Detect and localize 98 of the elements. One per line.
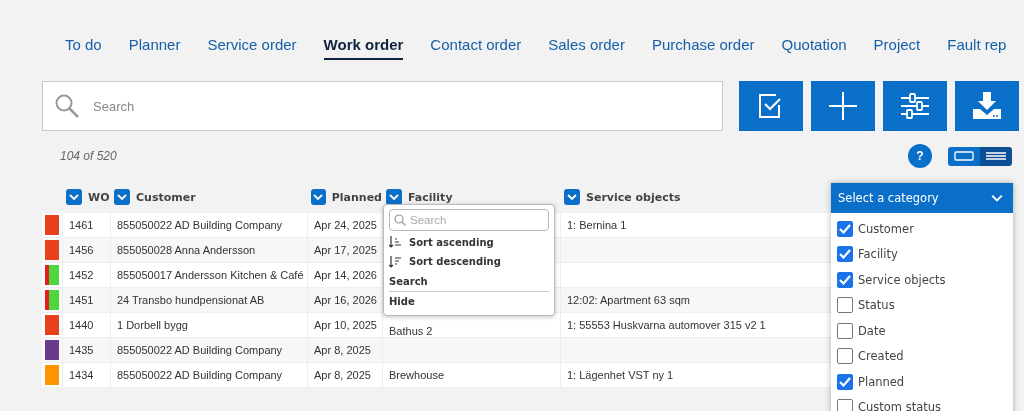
table-cell: 855050022 AD Building Company — [117, 369, 283, 381]
checkmark-icon — [839, 376, 851, 387]
category-dropdown[interactable]: Select a category — [831, 183, 1013, 213]
table-cell: 1 Dorbell bygg — [117, 319, 188, 331]
table-cell: Brewhouse — [389, 369, 445, 381]
table-cell: 24 Transbo hundpensionat AB — [117, 294, 265, 306]
nav-tab[interactable]: Contact order — [430, 36, 522, 60]
table-cell: 1: Lägenhet VST ny 1 — [567, 369, 674, 381]
category-label: Planned — [858, 374, 905, 389]
chevron-down-icon — [117, 194, 127, 200]
column-menu-button[interactable] — [311, 189, 326, 205]
chevron-down-icon — [313, 194, 324, 200]
category-label: Facility — [858, 247, 898, 262]
checkbox[interactable] — [837, 297, 853, 314]
chevron-down-icon — [991, 194, 1003, 202]
category-label: Date — [858, 323, 886, 338]
table-cell: 1452 — [69, 269, 94, 281]
checkbox[interactable] — [837, 246, 853, 263]
filter-button[interactable] — [883, 81, 947, 131]
column-header: Planned — [331, 190, 382, 204]
column-header: Facility — [408, 190, 453, 204]
table-cell: 1456 — [69, 244, 94, 256]
search-icon — [55, 94, 79, 118]
table-cell: 1: Bernina 1 — [567, 219, 627, 231]
sliders-icon — [901, 93, 929, 119]
menu-item[interactable]: Sort descending — [409, 256, 501, 268]
chevron-down-icon — [69, 194, 79, 200]
column-menu-button[interactable] — [66, 189, 82, 205]
column-header: Customer — [136, 190, 196, 204]
table-cell: 1461 — [69, 219, 94, 231]
sort-ascending-icon — [389, 236, 401, 249]
checkbox[interactable] — [837, 399, 853, 411]
table-cell: 855050017 Andersson Kitchen & Café — [117, 269, 304, 281]
table-cell: 1440 — [69, 319, 94, 331]
column-menu-button[interactable] — [114, 189, 130, 205]
result-count: 104 of 520 — [60, 149, 118, 163]
category-label: Custom status — [858, 400, 942, 411]
chevron-down-icon — [389, 194, 399, 200]
nav-tab[interactable]: Planner — [128, 36, 181, 60]
category-label: Service objects — [858, 272, 946, 287]
checkmark-icon — [839, 249, 851, 260]
card-view-button[interactable] — [948, 146, 980, 166]
nav-tab[interactable]: Project — [873, 36, 921, 60]
table-cell: Apr 10, 2025 — [314, 319, 377, 331]
table-cell: Apr 17, 2025 — [314, 244, 377, 256]
help-button[interactable]: ? — [908, 144, 932, 168]
nav-tab[interactable]: Service order — [207, 36, 297, 60]
category-label: Customer — [858, 221, 914, 236]
checkbox[interactable] — [837, 373, 853, 390]
table-cell: 1: 55553 Huskvarna automover 315 v2 1 — [567, 319, 766, 331]
checkmark-icon — [839, 223, 851, 234]
table-cell: 855050022 AD Building Company — [117, 344, 283, 356]
column-menu-button[interactable] — [386, 189, 402, 205]
nav-tab[interactable]: Work order — [323, 36, 404, 60]
chevron-down-icon — [567, 194, 577, 200]
checkbox[interactable] — [837, 220, 853, 237]
table-cell: Apr 24, 2025 — [314, 219, 377, 231]
column-header: Service objects — [586, 190, 681, 204]
table-cell: Bathus 2 — [389, 325, 433, 337]
table-cell: Apr 8, 2025 — [314, 344, 371, 356]
table-cell: 1451 — [69, 294, 94, 306]
table-cell: 12:02: Apartment 63 sqm — [567, 294, 690, 306]
table-cell: Apr 14, 2026 — [314, 269, 377, 281]
column-menu-button[interactable] — [564, 189, 580, 205]
checkbox[interactable] — [837, 271, 853, 288]
menu-search-field[interactable]: Search — [389, 209, 549, 231]
add-button[interactable] — [811, 81, 875, 131]
checkmark-icon — [839, 274, 851, 285]
column-header: WO — [88, 190, 110, 204]
menu-item[interactable]: Search — [389, 276, 428, 288]
nav-tab[interactable]: Sales order — [548, 36, 625, 60]
checkbox[interactable] — [837, 322, 853, 339]
checkbox[interactable] — [837, 348, 853, 365]
nav-tab[interactable]: Fault rep — [947, 36, 1007, 60]
category-label: Status — [858, 298, 895, 313]
checkbox-icon — [758, 93, 784, 119]
rectangle-icon — [954, 151, 974, 161]
search-icon — [394, 213, 406, 226]
lines-icon — [986, 152, 1006, 160]
list-view-button[interactable] — [980, 146, 1012, 166]
table-cell: Apr 8, 2025 — [314, 369, 371, 381]
sort-descending-icon — [389, 255, 401, 268]
table-cell: Apr 16, 2026 — [314, 294, 377, 306]
category-label: Created — [858, 349, 904, 364]
download-icon — [973, 92, 1001, 120]
table-cell: 1435 — [69, 344, 94, 356]
check-button[interactable] — [739, 81, 803, 131]
nav-tab[interactable]: To do — [65, 36, 102, 60]
search-field[interactable]: Search — [42, 81, 723, 131]
nav-tab[interactable]: Quotation — [781, 36, 847, 60]
download-button[interactable] — [955, 81, 1019, 131]
menu-item[interactable]: Hide — [389, 296, 415, 308]
plus-icon — [829, 92, 857, 120]
nav-tab[interactable]: Purchase order — [651, 36, 755, 60]
menu-item[interactable]: Sort ascending — [409, 236, 494, 248]
table-cell: 855050022 AD Building Company — [117, 219, 283, 231]
table-cell: 1434 — [69, 369, 94, 381]
table-cell: 855050028 Anna Andersson — [117, 244, 256, 256]
